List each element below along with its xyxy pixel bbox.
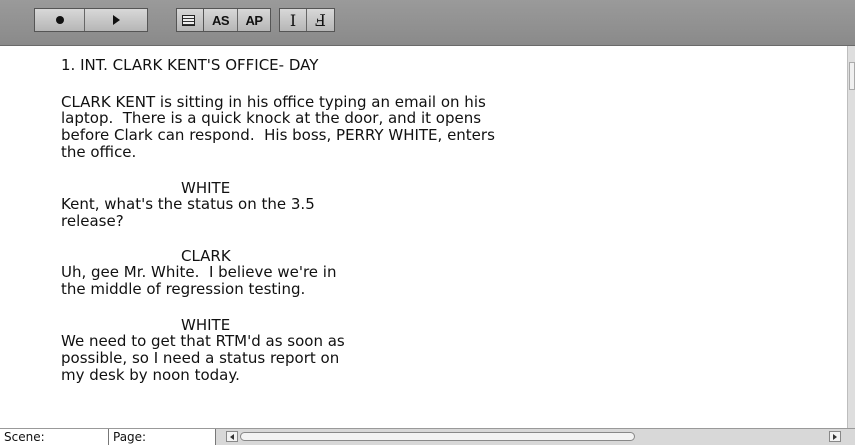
ap-button[interactable]: AP — [238, 9, 270, 31]
as-label: AS — [211, 12, 230, 28]
action-line: before Clark can respond. His boss, PERR… — [61, 126, 495, 144]
record-icon — [55, 16, 64, 24]
dialogue-line: We need to get that RTM'd as soon as — [61, 332, 345, 350]
as-button[interactable]: AS — [204, 9, 238, 31]
scroll-left-button[interactable] — [226, 431, 238, 442]
text-cursor-alt-icon: Ⅎ — [314, 10, 327, 30]
dialogue-line: Kent, what's the status on the 3.5 — [61, 195, 315, 213]
text-cursor-icon: I — [289, 10, 297, 30]
record-button[interactable] — [35, 9, 85, 31]
status-bar: Scene: Page: — [0, 428, 855, 445]
scroll-left-icon — [230, 434, 234, 440]
action-line: the office. — [61, 143, 137, 161]
scene-heading: 1. INT. CLARK KENT'S OFFICE- DAY — [61, 56, 319, 74]
scroll-right-button[interactable] — [829, 431, 841, 442]
scene-indicator: Scene: — [0, 429, 109, 445]
dialogue-line: my desk by noon today. — [61, 366, 240, 384]
dialogue-line: Uh, gee Mr. White. I believe we're in — [61, 263, 337, 281]
transport-group — [34, 8, 148, 32]
list-icon — [182, 14, 195, 26]
list-button[interactable] — [177, 9, 200, 31]
horizontal-scroll-thumb[interactable] — [240, 432, 635, 441]
page-indicator: Page: — [109, 429, 216, 445]
dialogue-line: release? — [61, 212, 124, 230]
text-cursor-button[interactable]: I — [280, 9, 307, 31]
toolbar: AS AP I Ⅎ — [0, 0, 855, 46]
play-button[interactable] — [85, 9, 147, 31]
vertical-scroll-thumb[interactable] — [849, 62, 855, 90]
scroll-right-icon — [833, 434, 837, 440]
action-line: laptop. There is a quick knock at the do… — [61, 109, 482, 127]
dialogue-line: the middle of regression testing. — [61, 280, 306, 298]
play-icon — [112, 15, 120, 25]
horizontal-scrollbar[interactable] — [216, 429, 855, 445]
script-editor[interactable]: 1. INT. CLARK KENT'S OFFICE- DAY CLARK K… — [0, 46, 847, 428]
dialogue-line: possible, so I need a status report on — [61, 349, 340, 367]
cursor-group: I Ⅎ — [279, 8, 335, 32]
vertical-scrollbar[interactable] — [847, 46, 855, 428]
ap-label: AP — [245, 12, 263, 28]
format-group: AS AP — [203, 8, 271, 32]
text-cursor-alt-button[interactable]: Ⅎ — [307, 9, 334, 31]
